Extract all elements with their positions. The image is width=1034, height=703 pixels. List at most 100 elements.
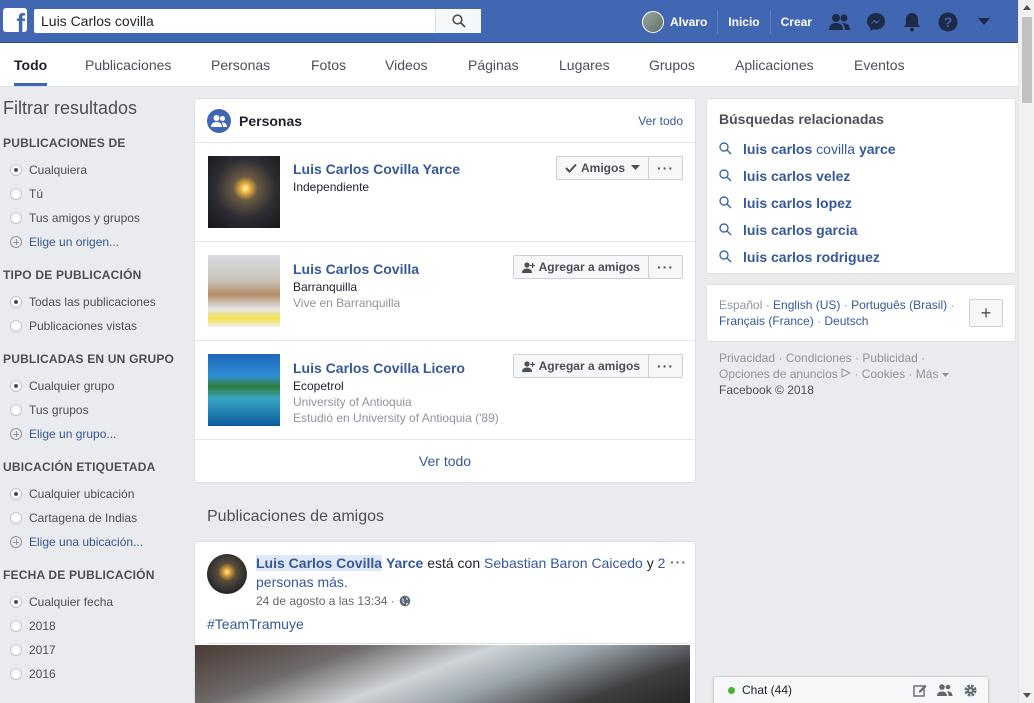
scroll-thumb[interactable] [1022, 17, 1032, 103]
related-search-item[interactable]: luis carlos lopez [719, 189, 1003, 216]
gear-icon[interactable] [963, 683, 978, 698]
more-options-button[interactable]: ··· [649, 255, 683, 279]
filter-option[interactable]: 2018 [3, 614, 193, 638]
filter-option[interactable]: Cualquiera [3, 158, 193, 182]
option-label: Cualquier ubicación [29, 487, 135, 501]
footer-link[interactable]: Opciones de anuncios [719, 367, 838, 381]
search-button[interactable] [435, 9, 481, 33]
related-search-item[interactable]: luis carlos velez [719, 162, 1003, 189]
author-link[interactable]: Luis Carlos Covilla [256, 555, 383, 571]
choose-source-link[interactable]: Elige un origen... [3, 230, 193, 254]
related-bold: luis carlos [743, 140, 813, 157]
friends-button[interactable]: Amigos [555, 156, 649, 180]
post-options-button[interactable]: ··· [670, 554, 687, 570]
and-text: y [646, 555, 654, 571]
related-search-item[interactable]: luis carlos covilla yarce [719, 135, 1003, 162]
tab-videos[interactable]: Videos [385, 43, 428, 86]
filter-option[interactable]: Cualquier grupo [3, 374, 193, 398]
facebook-logo-icon[interactable]: f [3, 8, 27, 32]
option-label: Todas las publicaciones [29, 295, 156, 309]
add-language-button[interactable]: + [969, 299, 1003, 327]
scroll-down-arrow-icon[interactable] [1023, 693, 1031, 698]
top-bar: f Alvaro Inicio Crear ? [0, 0, 1018, 43]
post-header: Luis Carlos Covilla Yarce está con Sebas… [256, 554, 666, 592]
tab-people[interactable]: Personas [211, 43, 270, 86]
profile-link[interactable]: Alvaro [632, 9, 719, 34]
post-hashtag-link[interactable]: #TeamTramuye [207, 616, 304, 632]
post-photo[interactable] [195, 645, 690, 703]
related-search-item[interactable]: luis carlos rodriguez [719, 243, 1003, 270]
create-link[interactable]: Crear [771, 10, 822, 34]
person-name-link[interactable]: Luis Carlos Covilla Licero [293, 360, 465, 376]
filter-option[interactable]: Cualquier fecha [3, 590, 193, 614]
tab-pages[interactable]: Páginas [468, 43, 519, 86]
search-input[interactable] [34, 9, 435, 33]
filter-heading: UBICACIÓN ETIQUETADA [3, 460, 156, 474]
related-searches-card: Búsquedas relacionadas luis carlos covil… [706, 98, 1016, 274]
add-friend-button[interactable]: Agregar a amigos [512, 255, 649, 279]
author-link-rest[interactable]: Yarce [386, 555, 423, 571]
add-friend-button[interactable]: Agregar a amigos [512, 354, 649, 378]
see-all-people-link[interactable]: Ver todo [195, 440, 695, 482]
language-link[interactable]: English (US) [773, 298, 840, 312]
tab-apps[interactable]: Aplicaciones [735, 43, 814, 86]
tab-posts[interactable]: Publicaciones [85, 43, 171, 86]
tab-photos[interactable]: Fotos [311, 43, 346, 86]
add-friend-icon [521, 261, 535, 273]
filter-option[interactable]: Cartagena de Indias [3, 506, 193, 530]
filter-option[interactable]: Todas las publicaciones [3, 290, 193, 314]
tab-groups[interactable]: Grupos [649, 43, 695, 86]
plus-circle-icon [10, 428, 22, 440]
filter-option[interactable]: Cualquier ubicación [3, 482, 193, 506]
home-link[interactable]: Inicio [718, 9, 771, 34]
filter-option[interactable]: Tú [3, 182, 193, 206]
see-all-link[interactable]: Ver todo [638, 114, 683, 128]
friend-requests-button[interactable] [822, 0, 858, 43]
chat-bar[interactable]: Chat (44) [713, 676, 989, 703]
scroll-up-arrow-icon[interactable] [1023, 5, 1031, 10]
more-options-button[interactable]: ··· [649, 354, 683, 378]
radio-selected-icon [10, 488, 22, 500]
tab-events[interactable]: Eventos [854, 43, 905, 86]
profile-photo[interactable] [208, 354, 280, 426]
add-friend-icon [521, 360, 535, 372]
filter-option[interactable]: 2017 [3, 638, 193, 662]
language-link[interactable]: Français (France) [719, 314, 814, 328]
more-options-button[interactable]: ··· [649, 156, 683, 180]
tab-all[interactable]: Todo [14, 43, 48, 86]
choose-location-link[interactable]: Elige una ubicación... [3, 530, 193, 554]
footer-link[interactable]: Cookies [862, 367, 905, 381]
messenger-button[interactable] [858, 0, 894, 43]
page-scrollbar[interactable] [1018, 0, 1034, 703]
profile-photo[interactable] [208, 156, 280, 228]
choose-group-link[interactable]: Elige un grupo... [3, 422, 193, 446]
footer-link[interactable]: Publicidad [862, 351, 917, 365]
filter-option[interactable]: 2016 [3, 662, 193, 686]
top-right-nav: Alvaro Inicio Crear ? [632, 0, 1002, 43]
help-button[interactable]: ? [930, 0, 966, 43]
post-date[interactable]: 24 de agosto a las 13:34 · [256, 594, 395, 608]
footer-link[interactable]: Privacidad [719, 351, 775, 365]
person-name-link[interactable]: Luis Carlos Covilla Yarce [293, 161, 460, 177]
footer-link[interactable]: Más [916, 367, 939, 381]
language-card: Español · English (US) · Português (Bras… [706, 284, 1016, 342]
footer-link[interactable]: Condiciones [786, 351, 852, 365]
language-link[interactable]: Português (Brasil) [851, 298, 947, 312]
avatar[interactable] [207, 554, 247, 594]
account-menu-button[interactable] [966, 0, 1002, 43]
notifications-button[interactable] [894, 0, 930, 43]
filter-option[interactable]: Publicaciones vistas [3, 314, 193, 338]
tab-places[interactable]: Lugares [559, 43, 610, 86]
language-link[interactable]: Deutsch [824, 314, 868, 328]
filter-option[interactable]: Tus amigos y grupos [3, 206, 193, 230]
filter-heading: PUBLICADAS EN UN GRUPO [3, 352, 175, 366]
filter-option[interactable]: Tus grupos [3, 398, 193, 422]
person-name-link[interactable]: Luis Carlos Covilla [293, 261, 419, 277]
option-label: Tú [29, 187, 44, 201]
create-group-icon[interactable] [937, 683, 953, 697]
filter-heading: FECHA DE PUBLICACIÓN [3, 568, 155, 582]
tagged-person-link[interactable]: Sebastian Baron Caicedo [484, 555, 643, 571]
new-message-icon[interactable] [913, 683, 927, 697]
related-search-item[interactable]: luis carlos garcia [719, 216, 1003, 243]
profile-photo[interactable] [208, 255, 280, 327]
